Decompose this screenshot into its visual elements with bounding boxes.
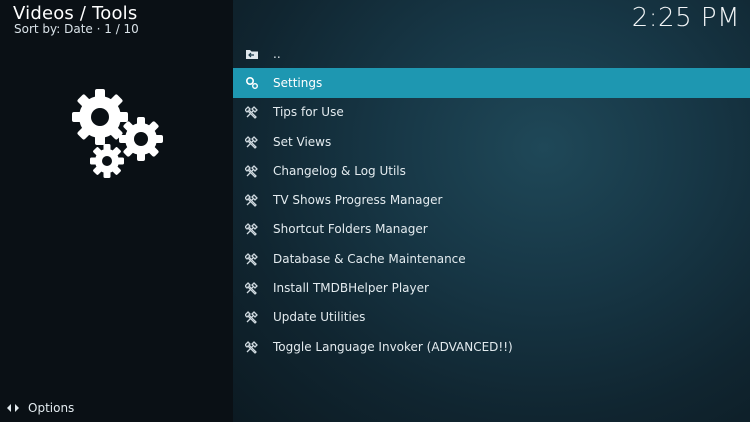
list-item-label: Database & Cache Maintenance [273, 251, 466, 266]
tools-icon [245, 135, 259, 149]
list-item-tv-progress[interactable]: TV Shows Progress Manager [233, 185, 750, 214]
tools-icon [245, 105, 259, 120]
options-button[interactable]: Options [6, 401, 74, 415]
options-label: Options [28, 401, 75, 415]
tools-icon [245, 252, 259, 266]
list-item-label: Tips for Use [273, 105, 344, 120]
list-item-label: Settings [273, 75, 323, 90]
list-item-label: Install TMDBHelper Player [273, 281, 429, 296]
tools-icon [245, 340, 259, 354]
list-item-label: Set Views [273, 134, 332, 149]
list-item-label: Changelog & Log Utils [273, 163, 406, 178]
list-item-label: Update Utilities [273, 310, 366, 325]
list-item-tips-for-use[interactable]: Tips for Use [233, 98, 750, 127]
options-arrows-icon [6, 401, 20, 415]
tools-list: .. Settings Tips for Use Set Views Chang… [233, 39, 750, 361]
list-item-toggle-language[interactable]: Toggle Language Invoker (ADVANCED!!) [233, 332, 750, 361]
tools-icon [245, 281, 259, 295]
list-item-shortcut-folders[interactable]: Shortcut Folders Manager [233, 215, 750, 244]
tools-icon [245, 222, 259, 237]
tools-icon [245, 310, 259, 325]
list-item-label: TV Shows Progress Manager [273, 193, 443, 208]
sort-info: Sort by: Date · 1 / 10 [14, 22, 139, 36]
gears-icon [72, 89, 163, 178]
list-item-settings[interactable]: Settings [233, 68, 750, 98]
list-item-database-cache[interactable]: Database & Cache Maintenance [233, 244, 750, 273]
tools-icon [245, 164, 259, 178]
clock: 2:25 PM [631, 3, 740, 33]
folder-back-icon [245, 47, 259, 61]
list-item-label: .. [273, 46, 281, 61]
list-item-install-player[interactable]: Install TMDBHelper Player [233, 273, 750, 302]
left-panel [0, 0, 233, 422]
settings-icon [245, 76, 259, 90]
list-item-label: Toggle Language Invoker (ADVANCED!!) [273, 339, 513, 354]
list-item-update-utilities[interactable]: Update Utilities [233, 303, 750, 332]
list-item-parent[interactable]: .. [233, 39, 750, 68]
list-item-label: Shortcut Folders Manager [273, 222, 428, 237]
page-title: Videos / Tools [13, 3, 138, 24]
tools-icon [245, 193, 259, 208]
list-item-set-views[interactable]: Set Views [233, 127, 750, 156]
list-item-changelog[interactable]: Changelog & Log Utils [233, 156, 750, 185]
